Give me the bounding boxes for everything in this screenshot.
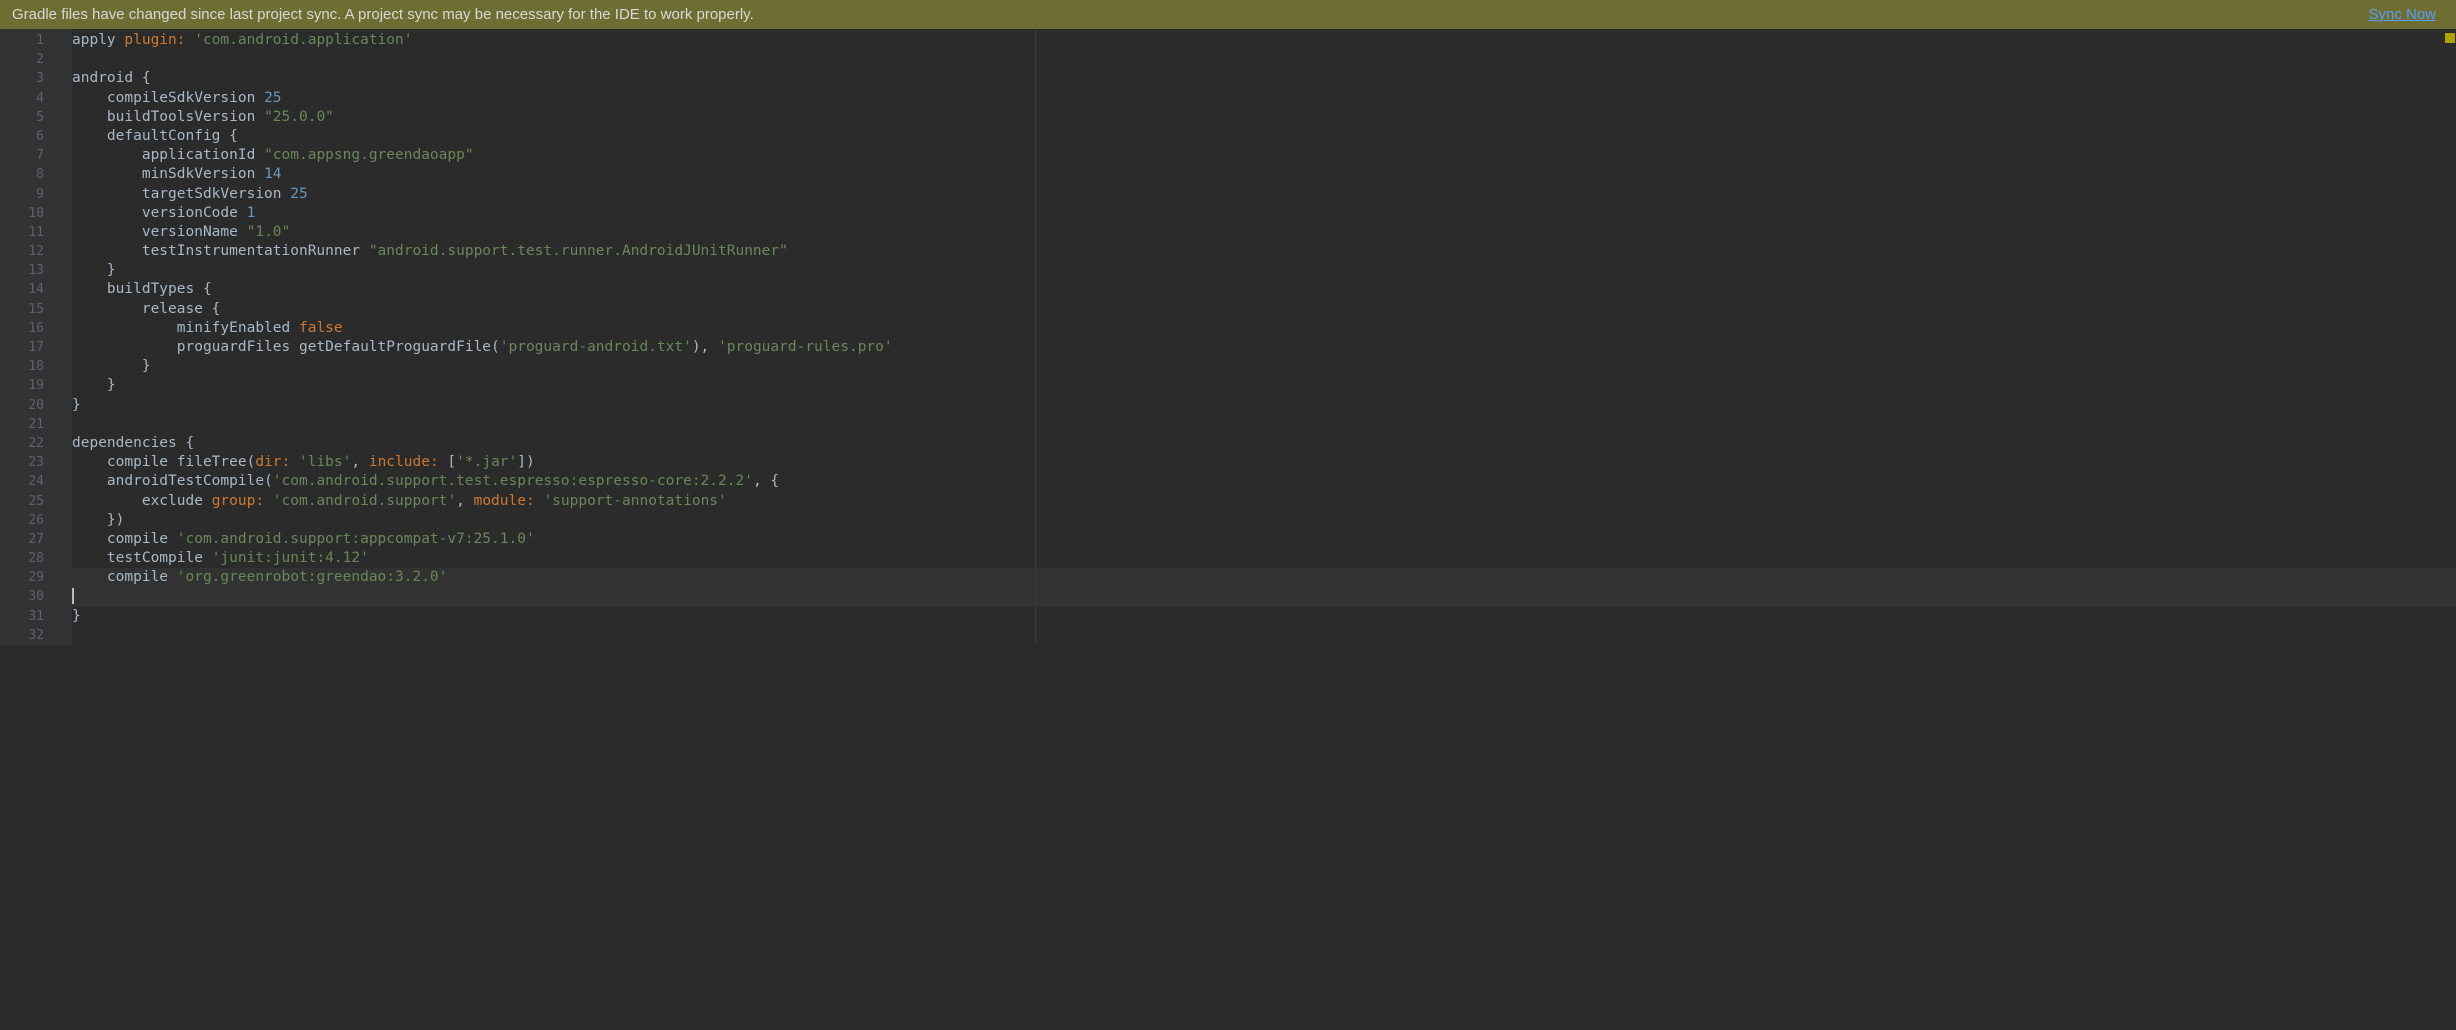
line-number: 4 xyxy=(0,89,72,108)
line-number: 30 xyxy=(0,587,72,606)
code-line: compile 'com.android.support:appcompat-v… xyxy=(72,530,2456,549)
line-number: 1 xyxy=(0,31,72,50)
code-line: } xyxy=(72,396,2456,415)
line-number: 14 xyxy=(0,280,72,299)
line-number: 3 xyxy=(0,69,72,88)
code-line: minSdkVersion 14 xyxy=(72,165,2456,184)
code-line xyxy=(72,626,2456,645)
line-number: 29 xyxy=(0,568,72,587)
text-cursor xyxy=(72,588,83,604)
line-number: 20 xyxy=(0,396,72,415)
code-line xyxy=(72,50,2456,69)
line-number: 25 xyxy=(0,492,72,511)
code-line: proguardFiles getDefaultProguardFile('pr… xyxy=(72,338,2456,357)
line-number: 27 xyxy=(0,530,72,549)
code-line: defaultConfig { xyxy=(72,127,2456,146)
line-number: 28 xyxy=(0,549,72,568)
code-line: compileSdkVersion 25 xyxy=(72,89,2456,108)
line-number: 13 xyxy=(0,261,72,280)
line-number: 16 xyxy=(0,319,72,338)
code-line xyxy=(72,587,2456,606)
line-number: 15 xyxy=(0,300,72,319)
code-line: } xyxy=(72,607,2456,626)
code-line xyxy=(72,415,2456,434)
editor-area: 1 2 3 4 5 6 7 8 9 10 11 12 13 14 15 16 1… xyxy=(0,29,2456,645)
code-line: android { xyxy=(72,69,2456,88)
line-number: 2 xyxy=(0,50,72,69)
code-line: } xyxy=(72,357,2456,376)
line-number: 17 xyxy=(0,338,72,357)
line-number: 8 xyxy=(0,165,72,184)
line-number: 32 xyxy=(0,626,72,645)
warning-marker-icon[interactable] xyxy=(2445,33,2455,43)
code-line: buildToolsVersion "25.0.0" xyxy=(72,108,2456,127)
code-line: androidTestCompile('com.android.support.… xyxy=(72,472,2456,491)
code-line: buildTypes { xyxy=(72,280,2456,299)
code-line: compile 'org.greenrobot:greendao:3.2.0' xyxy=(72,568,2456,587)
code-line: compile fileTree(dir: 'libs', include: [… xyxy=(72,453,2456,472)
line-number: 26 xyxy=(0,511,72,530)
code-line: apply plugin: 'com.android.application' xyxy=(72,31,2456,50)
code-line: } xyxy=(72,261,2456,280)
line-number: 24 xyxy=(0,472,72,491)
code-line: release { xyxy=(72,300,2456,319)
code-line: }) xyxy=(72,511,2456,530)
sync-now-link[interactable]: Sync Now xyxy=(2368,6,2436,23)
code-line: testCompile 'junit:junit:4.12' xyxy=(72,549,2456,568)
notification-message: Gradle files have changed since last pro… xyxy=(12,6,754,23)
line-number: 12 xyxy=(0,242,72,261)
right-margin-guide xyxy=(1035,29,1036,645)
code-line: } xyxy=(72,376,2456,395)
code-line: versionCode 1 xyxy=(72,204,2456,223)
code-line: versionName "1.0" xyxy=(72,223,2456,242)
line-number: 23 xyxy=(0,453,72,472)
code-line: targetSdkVersion 25 xyxy=(72,185,2456,204)
code-line: dependencies { xyxy=(72,434,2456,453)
line-number-gutter: 1 2 3 4 5 6 7 8 9 10 11 12 13 14 15 16 1… xyxy=(0,29,72,645)
line-number: 10 xyxy=(0,204,72,223)
line-number: 5 xyxy=(0,108,72,127)
line-number: 11 xyxy=(0,223,72,242)
line-number: 31 xyxy=(0,607,72,626)
line-number: 9 xyxy=(0,185,72,204)
code-line: applicationId "com.appsng.greendaoapp" xyxy=(72,146,2456,165)
error-stripe xyxy=(2444,31,2456,45)
code-editor[interactable]: apply plugin: 'com.android.application' … xyxy=(72,29,2456,645)
line-number: 18 xyxy=(0,357,72,376)
code-line: exclude group: 'com.android.support', mo… xyxy=(72,492,2456,511)
line-number: 21 xyxy=(0,415,72,434)
line-number: 19 xyxy=(0,376,72,395)
line-number: 22 xyxy=(0,434,72,453)
code-line: testInstrumentationRunner "android.suppo… xyxy=(72,242,2456,261)
line-number: 6 xyxy=(0,127,72,146)
gradle-sync-notification-bar: Gradle files have changed since last pro… xyxy=(0,0,2456,29)
line-number: 7 xyxy=(0,146,72,165)
code-line: minifyEnabled false xyxy=(72,319,2456,338)
